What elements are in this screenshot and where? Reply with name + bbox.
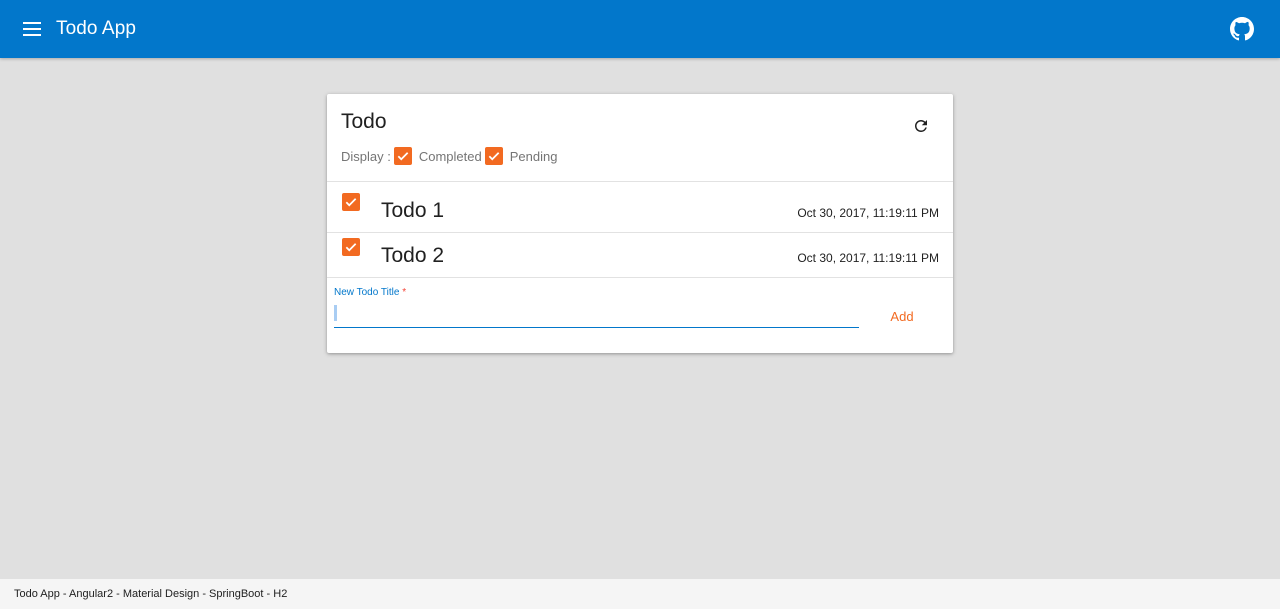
todo-date: Oct 30, 2017, 11:19:11 PM — [797, 206, 939, 220]
todo-title: Todo 2 — [381, 244, 445, 267]
footer-text: Todo App - Angular2 - Material Design - … — [14, 588, 288, 600]
pending-filter-checkbox[interactable] — [484, 147, 503, 165]
text-cursor — [334, 305, 337, 321]
display-filters: Display : Completed Pending — [341, 147, 560, 165]
todo-complete-checkbox[interactable] — [342, 193, 360, 211]
footer: Todo App - Angular2 - Material Design - … — [0, 579, 1280, 609]
github-icon[interactable] — [1230, 17, 1254, 41]
add-button[interactable]: Add — [880, 307, 924, 325]
pending-filter-label: Pending — [509, 148, 558, 164]
todo-title: Todo 1 — [381, 199, 445, 222]
todo-date: Oct 30, 2017, 11:19:11 PM — [797, 251, 939, 265]
completed-filter-checkbox[interactable] — [393, 147, 412, 165]
card-header: Todo Display : Completed Pending — [327, 94, 953, 182]
todo-item: Todo 2 Oct 30, 2017, 11:19:11 PM — [327, 233, 953, 278]
todo-item: Todo 1 Oct 30, 2017, 11:19:11 PM — [327, 182, 953, 233]
display-label: Display : — [341, 148, 391, 164]
required-mark: * — [402, 287, 407, 298]
menu-icon[interactable] — [20, 17, 44, 41]
todo-card: Todo Display : Completed Pending Todo 1 … — [327, 94, 953, 353]
app-title: Todo App — [56, 18, 137, 39]
new-todo-title-input[interactable] — [334, 302, 859, 328]
refresh-icon[interactable] — [909, 114, 933, 138]
new-todo-label: New Todo Title * — [334, 287, 406, 298]
top-toolbar: Todo App — [0, 0, 1280, 58]
todo-complete-checkbox[interactable] — [342, 238, 360, 256]
new-todo-label-text: New Todo Title — [334, 287, 400, 298]
completed-filter-label: Completed — [418, 148, 482, 164]
new-todo-form: New Todo Title * Add — [327, 278, 953, 353]
card-title: Todo — [341, 110, 387, 133]
